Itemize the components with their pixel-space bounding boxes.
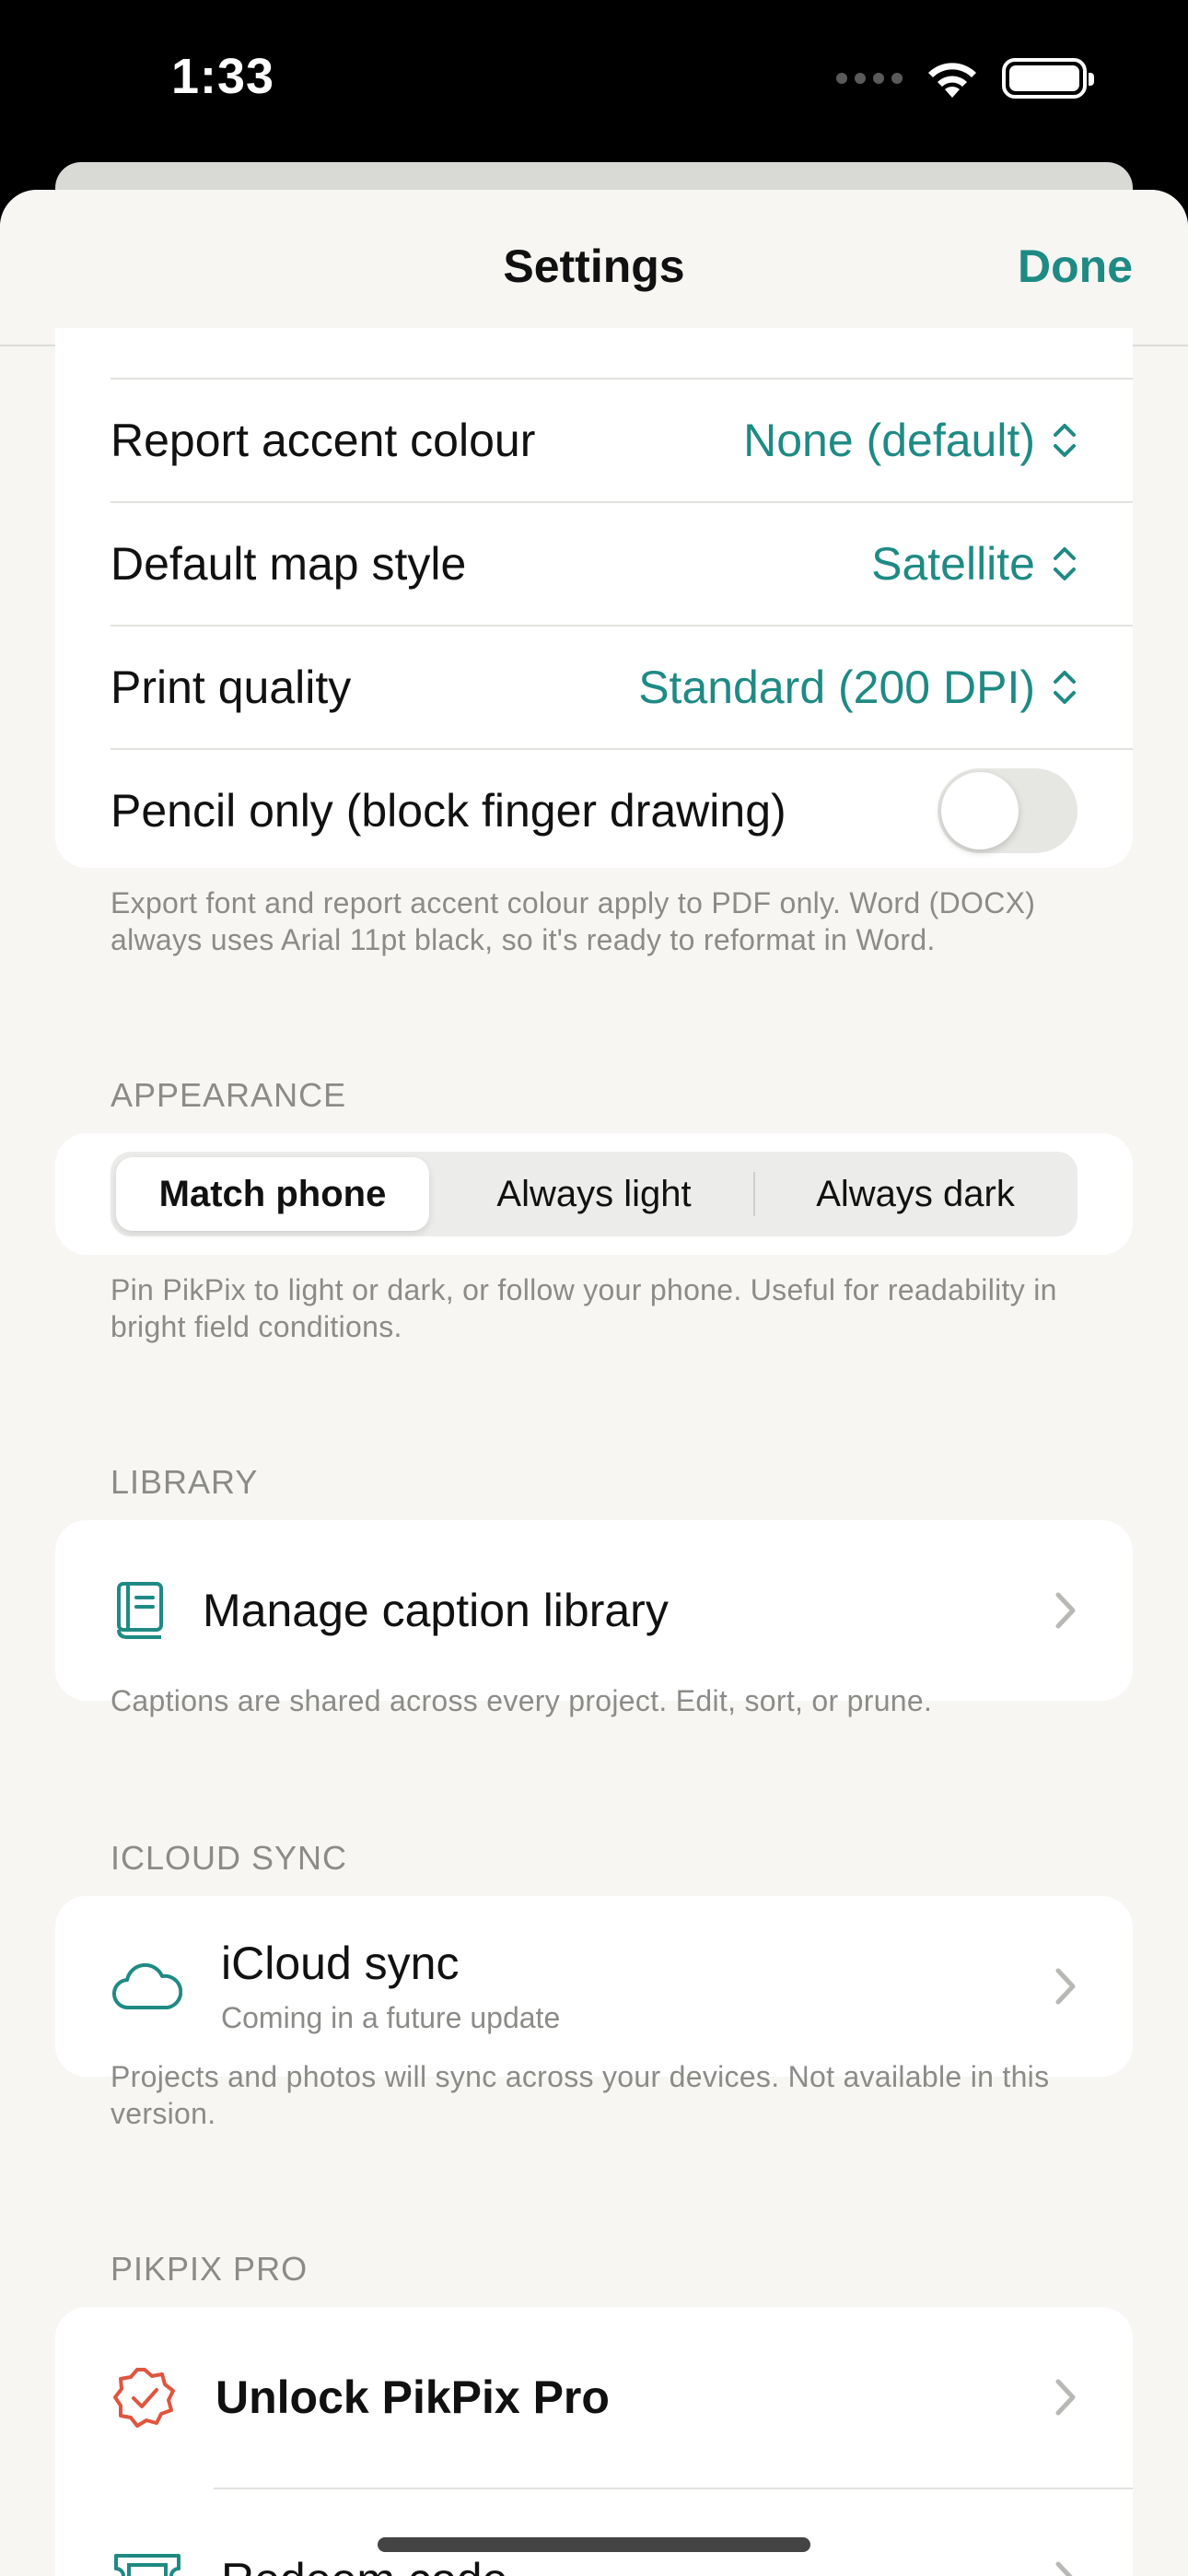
map-style-picker[interactable]: Satellite: [871, 537, 1077, 591]
icloud-section-header: ICLOUD SYNC: [111, 1839, 348, 1877]
navigation-bar: Settings Done: [0, 190, 1188, 346]
icloud-sync-row[interactable]: iCloud sync Coming in a future update: [55, 1896, 1133, 2077]
appearance-card: Match phone Always light Always dark: [55, 1133, 1133, 1255]
up-down-chevron-icon: [1054, 424, 1076, 457]
chevron-right-icon: [1055, 1592, 1076, 1629]
print-quality-picker[interactable]: Standard (200 DPI): [638, 661, 1077, 714]
icloud-footnote: Projects and photos will sync across you…: [111, 2060, 1050, 2130]
picker-value: None (default): [743, 415, 1035, 466]
row-label: Unlock PikPix Pro: [215, 2371, 610, 2423]
library-footnote: Captions are shared across every project…: [111, 1684, 933, 1717]
book-icon: [112, 1582, 168, 1639]
pro-section-header: PIKPIX PRO: [111, 2250, 309, 2288]
row-label: Pencil only (block finger drawing): [111, 785, 786, 837]
segment-divider: [753, 1172, 755, 1216]
picker-value: Satellite: [871, 538, 1035, 590]
pencil-only-row: Pencil only (block finger drawing): [111, 750, 1133, 872]
manage-caption-library-row[interactable]: Manage caption library: [55, 1520, 1133, 1701]
status-time: 1:33: [171, 49, 275, 104]
row-label: iCloud sync: [221, 1938, 460, 1989]
row-label: Default map style: [111, 538, 467, 590]
chevron-right-icon: [1055, 2561, 1073, 2576]
row-label: Report accent colour: [111, 415, 536, 466]
report-accent-colour-row[interactable]: Report accent colour None (default): [111, 380, 1133, 501]
battery-icon: [1002, 58, 1094, 99]
settings-sheet: Settings Done Report accent colour None …: [0, 190, 1188, 2576]
wifi-icon: [928, 63, 976, 98]
pencil-only-toggle[interactable]: [938, 768, 1077, 853]
unlock-pro-row[interactable]: Unlock PikPix Pro: [55, 2307, 1133, 2488]
home-indicator[interactable]: [378, 2537, 810, 2552]
print-quality-row[interactable]: Print quality Standard (200 DPI): [111, 626, 1133, 748]
library-card: Manage caption library: [55, 1520, 1133, 1701]
toggle-knob: [941, 772, 1019, 849]
status-bar: 1:33: [0, 0, 1188, 166]
appearance-segmented-control: Match phone Always light Always dark: [111, 1152, 1077, 1236]
row-label: Redeem code: [221, 2553, 507, 2576]
verified-badge-icon: [112, 2366, 177, 2430]
cloud-icon: [112, 1961, 182, 2012]
picker-value: Standard (200 DPI): [638, 662, 1035, 713]
cellular-signal-icon: [836, 73, 903, 84]
icloud-card: iCloud sync Coming in a future update: [55, 1896, 1133, 2077]
export-footnote: Export font and report accent colour app…: [111, 886, 1036, 956]
up-down-chevron-icon: [1054, 547, 1076, 580]
row-label: Print quality: [111, 662, 352, 713]
chevron-right-icon: [1055, 2379, 1076, 2416]
appearance-section-header: APPEARANCE: [111, 1076, 347, 1114]
pro-card: Unlock PikPix Pro Redeem code: [55, 2307, 1133, 2576]
appearance-footnote: Pin PikPix to light or dark, or follow y…: [111, 1273, 1057, 1343]
row-subtitle: Coming in a future update: [221, 2001, 561, 2034]
page-title: Settings: [503, 240, 685, 292]
redeem-code-row[interactable]: Redeem code: [55, 2489, 1133, 2576]
ticket-icon: [112, 2548, 182, 2576]
row-label: Manage caption library: [203, 1585, 669, 1636]
segment-always-dark[interactable]: Always dark: [759, 1157, 1072, 1231]
segment-always-light[interactable]: Always light: [435, 1157, 753, 1231]
library-section-header: LIBRARY: [111, 1463, 259, 1501]
segment-match-phone[interactable]: Match phone: [116, 1157, 429, 1231]
default-map-style-row[interactable]: Default map style Satellite: [111, 503, 1133, 625]
chevron-right-icon: [1055, 1968, 1076, 2005]
done-button[interactable]: Done: [1018, 240, 1133, 293]
status-icons: [836, 57, 1094, 100]
report-accent-colour-picker[interactable]: None (default): [743, 414, 1077, 467]
export-settings-card: Report accent colour None (default) Defa…: [55, 328, 1133, 868]
up-down-chevron-icon: [1054, 671, 1076, 704]
